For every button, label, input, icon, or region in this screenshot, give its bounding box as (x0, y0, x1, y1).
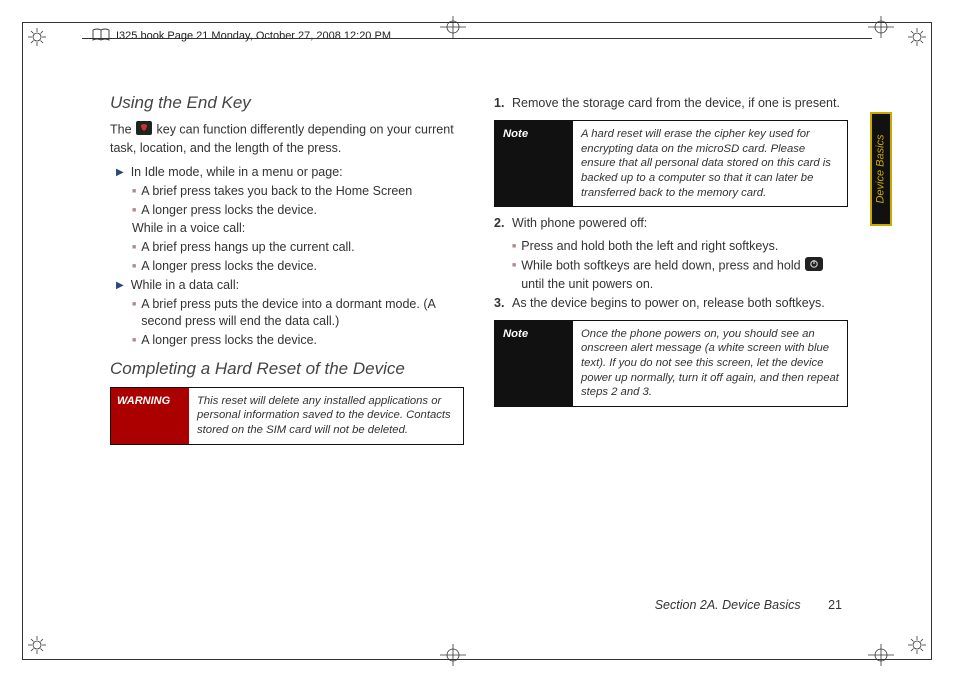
warning-label: WARNING (111, 388, 189, 444)
end-key-icon (136, 121, 152, 140)
note-body: A hard reset will erase the cipher key u… (573, 121, 847, 206)
step-1: 1.Remove the storage card from the devic… (494, 95, 848, 112)
heading-end-key: Using the End Key (110, 93, 464, 113)
square-bullet-icon: ■ (132, 187, 136, 200)
bullet-idle-a: ■A brief press takes you back to the Hom… (132, 183, 464, 200)
left-column: Using the End Key The key can function d… (110, 93, 464, 453)
triangle-bullet-icon: ▶ (116, 279, 124, 294)
content-area: Using the End Key The key can function d… (110, 93, 850, 453)
page-number: 21 (828, 598, 842, 612)
warning-box: WARNING This reset will delete any insta… (110, 387, 464, 445)
note-body: Once the phone powers on, you should see… (573, 321, 847, 406)
bullet-data-b: ■A longer press locks the device. (132, 332, 464, 349)
note-box-2: Note Once the phone powers on, you shoul… (494, 320, 848, 407)
bullet-idle-b: ■A longer press locks the device. (132, 202, 464, 219)
reg-mark-icon (28, 28, 46, 46)
square-bullet-icon: ■ (512, 242, 516, 255)
square-bullet-icon: ■ (512, 261, 516, 293)
bullet-data: ▶While in a data call: (116, 277, 464, 294)
reg-mark-icon (908, 636, 926, 654)
book-icon (92, 28, 110, 42)
warning-body: This reset will delete any installed app… (189, 388, 463, 444)
header-rule (82, 38, 872, 39)
note-label: Note (495, 121, 573, 206)
step-2b: ■While both softkeys are held down, pres… (512, 257, 848, 293)
reg-mark-icon (908, 28, 926, 46)
page-footer: Section 2A. Device Basics 21 (655, 598, 842, 612)
square-bullet-icon: ■ (132, 243, 136, 256)
triangle-bullet-icon: ▶ (116, 166, 124, 181)
power-key-icon (805, 257, 823, 276)
crop-mark-icon (440, 644, 466, 666)
reg-mark-icon (28, 636, 46, 654)
voice-call-label: While in a voice call: (132, 220, 464, 237)
heading-hard-reset: Completing a Hard Reset of the Device (110, 359, 464, 379)
crop-mark-icon (868, 16, 894, 38)
square-bullet-icon: ■ (132, 300, 136, 330)
footer-section: Section 2A. Device Basics (655, 598, 801, 612)
step-2: 2.With phone powered off: (494, 215, 848, 232)
step-3: 3.As the device begins to power on, rele… (494, 295, 848, 312)
crop-mark-icon (440, 16, 466, 38)
square-bullet-icon: ■ (132, 262, 136, 275)
bullet-voice-b: ■A longer press locks the device. (132, 258, 464, 275)
section-tab: Device Basics (870, 112, 892, 226)
right-column: 1.Remove the storage card from the devic… (494, 93, 848, 453)
header-text: I325.book Page 21 Monday, October 27, 20… (116, 30, 391, 42)
crop-mark-icon (868, 644, 894, 666)
bullet-idle: ▶In Idle mode, while in a menu or page: (116, 164, 464, 181)
square-bullet-icon: ■ (132, 336, 136, 349)
intro-paragraph: The key can function differently dependi… (110, 121, 464, 157)
bullet-voice-a: ■A brief press hangs up the current call… (132, 239, 464, 256)
square-bullet-icon: ■ (132, 206, 136, 219)
bullet-data-a: ■A brief press puts the device into a do… (132, 296, 464, 330)
step-2a: ■Press and hold both the left and right … (512, 238, 848, 255)
note-box-1: Note A hard reset will erase the cipher … (494, 120, 848, 207)
note-label: Note (495, 321, 573, 406)
